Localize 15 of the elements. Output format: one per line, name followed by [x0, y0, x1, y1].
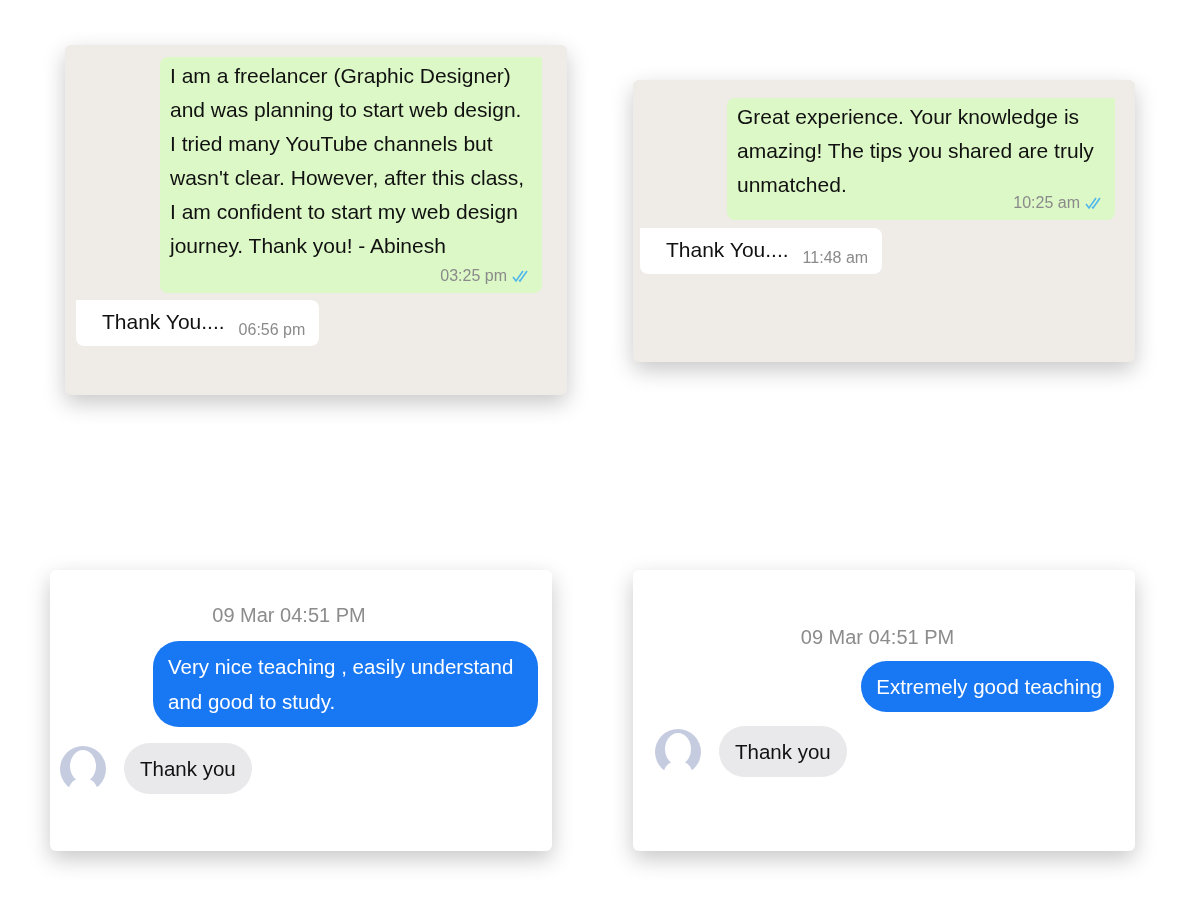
message-text: Thank You.... [666, 238, 789, 261]
message-text: Thank You.... [102, 310, 225, 333]
message-time: 03:25 pm [440, 266, 507, 286]
message-bubble: Extremely good teaching [861, 661, 1114, 712]
message-bubble: Thank you [124, 743, 252, 794]
message-timestamp: 09 Mar 04:51 PM [212, 603, 366, 627]
message-text: I am a freelancer (Graphic Designer) and was planning to start web design. I tried many YouTube channels but wasn't clear. However, after this class, I am confident to start my web design journey. Thank you! - Abinesh [170, 63, 526, 259]
message-time: 06:56 pm [238, 321, 306, 338]
message-time: 10:25 am [1013, 193, 1080, 213]
message-bubble: Thank you [719, 726, 847, 777]
message-timestamp: 09 Mar 04:51 PM [800, 625, 955, 649]
avatar-icon [60, 745, 106, 792]
message-bubble: Very nice teaching , easily understand and good to study. [153, 641, 538, 727]
message-time: 11:48 am [802, 249, 869, 266]
avatar-icon [655, 728, 701, 775]
